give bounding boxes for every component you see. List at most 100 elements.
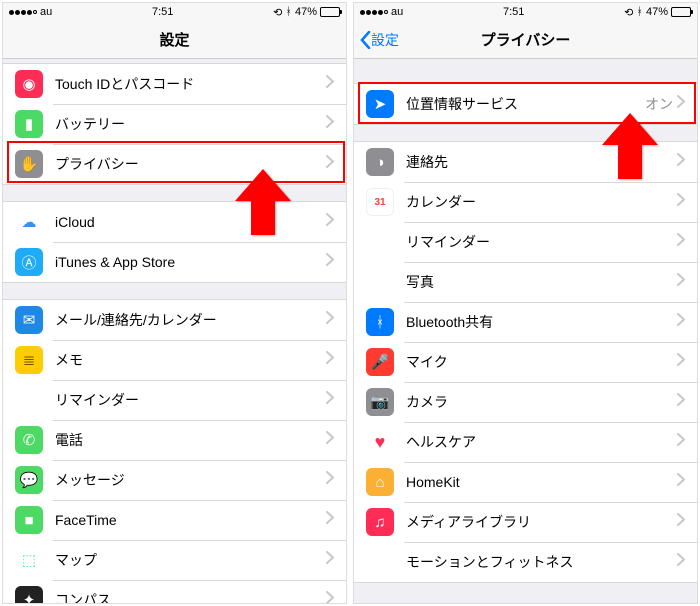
chevron-right-icon xyxy=(677,193,685,211)
bluetooth-icon: ᚼ xyxy=(285,6,292,18)
row-motion[interactable]: 〰モーションとフィットネス xyxy=(354,542,697,582)
page-title: 設定 xyxy=(159,29,189,50)
location-icon: ➤ xyxy=(366,90,394,118)
chevron-right-icon xyxy=(677,273,685,291)
nav-bar: 設定 プライバシー xyxy=(354,21,697,59)
row-label: メモ xyxy=(55,350,326,370)
bluetooth-icon: ᚼ xyxy=(636,6,643,18)
fingerprint-icon: ◉ xyxy=(15,70,43,98)
health-icon: ♥ xyxy=(366,428,394,456)
row-photos[interactable]: ❀ 写真 xyxy=(354,262,697,302)
row-maps[interactable]: ⬚ マップ xyxy=(3,540,346,580)
chevron-right-icon xyxy=(326,155,334,173)
settings-group: ☁iCloudⒶiTunes & App Store xyxy=(3,201,346,283)
row-bluetooth[interactable]: ᚼ Bluetooth共有 xyxy=(354,302,697,342)
chevron-right-icon xyxy=(326,213,334,231)
battery-pct-label: 47% xyxy=(295,6,317,18)
chevron-right-icon xyxy=(326,591,334,603)
back-button[interactable]: 設定 xyxy=(360,30,399,50)
row-notes[interactable]: ≣メモ xyxy=(3,340,346,380)
settings-group: ◑連絡先31カレンダー⋮リマインダー❀写真ᚼBluetooth共有🎤マイク📷カメ… xyxy=(354,141,697,583)
nav-bar: 設定 xyxy=(3,21,346,59)
map-icon: ⬚ xyxy=(15,546,43,574)
status-bar: au 7:51 ⟲ ᚼ 47% xyxy=(3,3,346,21)
battery-icon xyxy=(671,7,691,17)
row-label: カメラ xyxy=(406,392,677,412)
video-icon: ■ xyxy=(15,506,43,534)
row-label: モーションとフィットネス xyxy=(406,552,677,572)
chevron-right-icon xyxy=(677,95,685,113)
message-icon: 💬 xyxy=(15,466,43,494)
row-label: iTunes & App Store xyxy=(55,254,326,270)
rotation-lock-icon: ⟲ xyxy=(273,6,282,19)
appstore-icon: Ⓐ xyxy=(15,248,43,276)
row-mail[interactable]: ✉ メール/連絡先/カレンダー xyxy=(3,300,346,340)
row-label: メール/連絡先/カレンダー xyxy=(55,310,326,330)
row-label: マップ xyxy=(55,550,326,570)
battery-icon xyxy=(320,7,340,17)
signal-dots-icon xyxy=(9,10,37,15)
chevron-right-icon xyxy=(326,253,334,271)
row-reminders2[interactable]: ⋮リマインダー xyxy=(354,222,697,262)
row-label: マイク xyxy=(406,352,677,372)
music-icon: ♫ xyxy=(366,508,394,536)
row-reminders[interactable]: ⋮リマインダー xyxy=(3,380,346,420)
row-label: カレンダー xyxy=(406,192,677,212)
row-privacy[interactable]: ✋プライバシー xyxy=(3,144,346,184)
row-appstore[interactable]: ⒶiTunes & App Store xyxy=(3,242,346,282)
row-label: Bluetooth共有 xyxy=(406,312,677,332)
settings-screen: au 7:51 ⟲ ᚼ 47% 設定 ◉ Touch IDとパスコード ▮バッテリー… xyxy=(2,2,347,604)
row-mic[interactable]: 🎤 マイク xyxy=(354,342,697,382)
carrier-label: au xyxy=(40,6,52,18)
row-media[interactable]: ♫ メディアライブラリ xyxy=(354,502,697,542)
row-calendar[interactable]: 31カレンダー xyxy=(354,182,697,222)
row-label: リマインダー xyxy=(55,390,326,410)
bluetooth-icon: ᚼ xyxy=(366,308,394,336)
signal-dots-icon xyxy=(360,10,388,15)
row-battery[interactable]: ▮バッテリー xyxy=(3,104,346,144)
chevron-right-icon xyxy=(677,433,685,451)
row-facetime[interactable]: ■ FaceTime xyxy=(3,500,346,540)
row-label: Touch IDとパスコード xyxy=(55,74,326,94)
row-label: FaceTime xyxy=(55,512,326,528)
compass-icon: ✦ xyxy=(15,586,43,603)
chevron-right-icon xyxy=(326,351,334,369)
row-label: 写真 xyxy=(406,272,677,292)
chevron-right-icon xyxy=(326,75,334,93)
mail-icon: ✉ xyxy=(15,306,43,334)
footer-text: データへのアクセスを要求したAppが上のカテゴリに表示されます。 xyxy=(354,599,697,603)
row-camera[interactable]: 📷 カメラ xyxy=(354,382,697,422)
rotation-lock-icon: ⟲ xyxy=(624,6,633,19)
chevron-right-icon xyxy=(677,353,685,371)
row-label: メディアライブラリ xyxy=(406,512,677,532)
mic-icon: 🎤 xyxy=(366,348,394,376)
battery-icon: ▮ xyxy=(15,110,43,138)
chevron-right-icon xyxy=(677,513,685,531)
settings-list[interactable]: ◉Touch IDとパスコード▮バッテリー✋プライバシー☁iCloudⒶiTun… xyxy=(3,59,346,603)
chevron-right-icon xyxy=(326,511,334,529)
row-homekit[interactable]: ⌂HomeKit xyxy=(354,462,697,502)
row-touchid[interactable]: ◉ Touch IDとパスコード xyxy=(3,64,346,104)
chevron-right-icon xyxy=(326,471,334,489)
cloud-icon: ☁ xyxy=(15,208,43,236)
row-health[interactable]: ♥ヘルスケア xyxy=(354,422,697,462)
battery-pct-label: 47% xyxy=(646,6,668,18)
row-messages[interactable]: 💬メッセージ xyxy=(3,460,346,500)
row-icloud[interactable]: ☁iCloud xyxy=(3,202,346,242)
row-label: 位置情報サービス xyxy=(406,94,645,114)
chevron-right-icon xyxy=(326,115,334,133)
home-icon: ⌂ xyxy=(366,468,394,496)
hand-icon: ✋ xyxy=(15,150,43,178)
settings-group: ✉ メール/連絡先/カレンダー ≣メモ⋮リマインダー✆電話💬メッセージ ■ FaceTi… xyxy=(3,299,346,603)
page-title: プライバシー xyxy=(481,29,571,50)
photos-icon: ❀ xyxy=(366,268,394,296)
privacy-screen: au 7:51 ⟲ ᚼ 47% 設定 プライバシー ➤位置情報サービスオン◑連絡… xyxy=(353,2,698,604)
chevron-right-icon xyxy=(677,313,685,331)
phone-icon: ✆ xyxy=(15,426,43,454)
chevron-right-icon xyxy=(326,391,334,409)
chevron-right-icon xyxy=(677,153,685,171)
status-bar: au 7:51 ⟲ ᚼ 47% xyxy=(354,3,697,21)
row-phone[interactable]: ✆電話 xyxy=(3,420,346,460)
camera-icon: 📷 xyxy=(366,388,394,416)
row-compass[interactable]: ✦コンパス xyxy=(3,580,346,603)
